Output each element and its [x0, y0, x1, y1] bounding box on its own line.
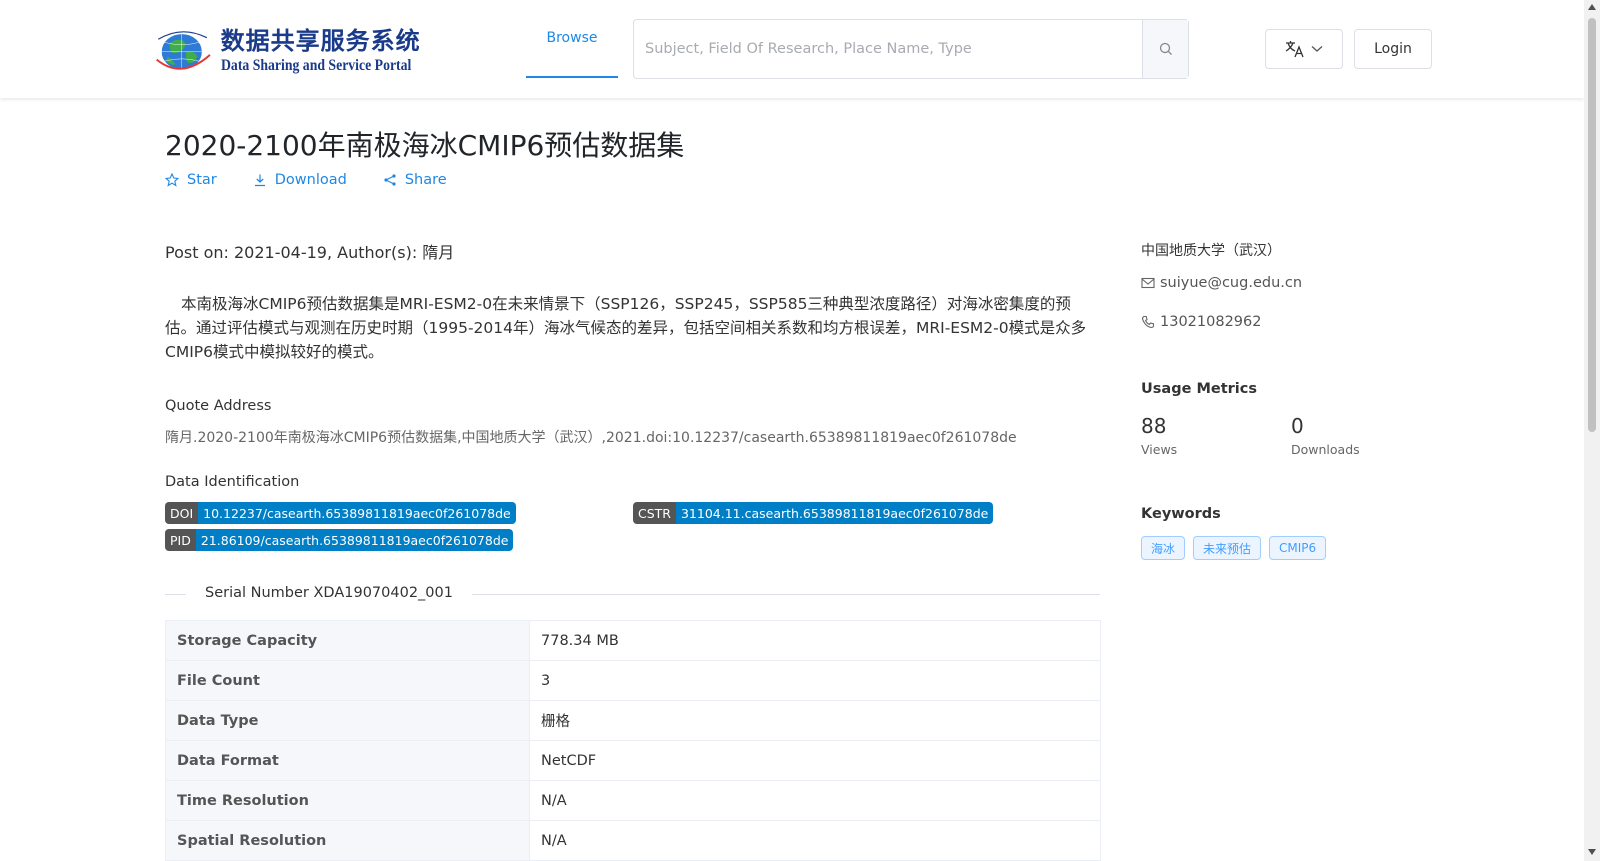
star-button[interactable]: Star	[165, 172, 217, 188]
logo-english-text: Data Sharing and Service Portal	[220, 57, 412, 74]
doi-badge-value: 10.12237/casearth.65389811819aec0f261078…	[198, 502, 516, 524]
usage-metrics-title: Usage Metrics	[1141, 381, 1257, 397]
table-row-label: Spatial Resolution	[165, 820, 530, 861]
downloads-count: 0	[1291, 414, 1304, 438]
cstr-badge-key: CSTR	[633, 502, 676, 524]
dataset-info-table: Storage Capacity 778.34 MB File Count 3 …	[165, 620, 1101, 861]
table-row-label: Storage Capacity	[165, 620, 530, 661]
star-label: Star	[187, 172, 217, 188]
quote-address-text: 隋月.2020-2100年南极海冰CMIP6预估数据集,中国地质大学（武汉）,2…	[165, 430, 1017, 446]
phone-icon	[1141, 315, 1155, 329]
download-icon	[254, 174, 265, 187]
table-row: Time Resolution N/A	[165, 780, 1101, 821]
page-scrollbar[interactable]	[1584, 0, 1600, 861]
table-row: Storage Capacity 778.34 MB	[165, 620, 1101, 661]
mail-icon	[1141, 277, 1155, 289]
portal-logo[interactable]: 数据共享服务系统 Data Sharing and Service Portal	[152, 22, 442, 80]
table-row: Data Type 栅格	[165, 700, 1101, 741]
dataset-title: 2020-2100年南极海冰CMIP6预估数据集	[165, 129, 685, 162]
translate-icon	[1285, 41, 1304, 58]
globe-logo-icon	[156, 31, 211, 71]
table-row-label: Time Resolution	[165, 780, 530, 821]
contact-email[interactable]: suiyue@cug.edu.cn	[1141, 275, 1302, 291]
contact-email-text: suiyue@cug.edu.cn	[1160, 275, 1303, 291]
quote-address-label: Quote Address	[165, 398, 272, 414]
table-row-label: Data Format	[165, 740, 530, 781]
download-button[interactable]: Download	[253, 172, 347, 188]
table-row-label: File Count	[165, 660, 530, 701]
data-identification-label: Data Identification	[165, 474, 300, 490]
table-row-value: 778.34 MB	[529, 620, 1101, 661]
pid-badge[interactable]: PID 21.86109/casearth.65389811819aec0f26…	[165, 529, 514, 551]
search-bar	[633, 19, 1189, 79]
doi-badge-key: DOI	[165, 502, 199, 524]
keyword-tag[interactable]: 海冰	[1141, 536, 1186, 560]
table-row-value: N/A	[529, 820, 1101, 861]
table-row-value: 栅格	[529, 700, 1101, 741]
contact-phone: 13021082962	[1141, 314, 1261, 330]
post-meta: Post on: 2021-04-19, Author(s): 隋月	[165, 243, 455, 262]
dataset-abstract: 本南极海冰CMIP6预估数据集是MRI-ESM2-0在未来情景下（SSP126，…	[165, 295, 1087, 361]
top-header: 数据共享服务系统 Data Sharing and Service Portal…	[0, 0, 1584, 98]
cstr-badge-value: 31104.11.casearth.65389811819aec0f261078…	[675, 502, 994, 524]
share-button[interactable]: Share	[383, 172, 447, 188]
keyword-list: 海冰 未来预估 CMIP6	[1141, 536, 1327, 560]
search-input[interactable]	[634, 20, 1142, 78]
table-row-value: 3	[529, 660, 1101, 701]
keywords-title: Keywords	[1141, 506, 1221, 522]
table-row: Data Format NetCDF	[165, 740, 1101, 781]
downloads-label: Downloads	[1291, 442, 1360, 457]
share-icon	[384, 174, 396, 186]
download-label: Download	[274, 172, 347, 188]
scroll-down-icon[interactable]	[1588, 849, 1596, 855]
nav-browse-tab[interactable]: Browse	[526, 0, 618, 78]
views-count: 88	[1141, 414, 1167, 438]
language-switch-button[interactable]	[1265, 29, 1343, 69]
search-icon	[1159, 42, 1172, 55]
table-row-value: NetCDF	[529, 740, 1101, 781]
scroll-up-icon[interactable]	[1588, 4, 1596, 10]
contact-phone-text: 13021082962	[1160, 314, 1262, 330]
table-row: Spatial Resolution N/A	[165, 820, 1101, 861]
keyword-tag[interactable]: 未来预估	[1193, 536, 1262, 560]
cstr-badge[interactable]: CSTR 31104.11.casearth.65389811819aec0f2…	[633, 502, 994, 524]
table-row: File Count 3	[165, 660, 1101, 701]
downloads-metric: 0 Downloads	[1291, 414, 1360, 457]
views-label: Views	[1141, 442, 1178, 457]
login-button[interactable]: Login	[1354, 29, 1432, 69]
share-label: Share	[404, 172, 447, 188]
chevron-down-icon	[1311, 46, 1323, 52]
keyword-tag[interactable]: CMIP6	[1269, 536, 1327, 560]
views-metric: 88 Views	[1141, 414, 1177, 457]
doi-badge[interactable]: DOI 10.12237/casearth.65389811819aec0f26…	[165, 502, 516, 524]
scrollbar-thumb[interactable]	[1588, 18, 1596, 432]
pid-badge-value: 21.86109/casearth.65389811819aec0f261078…	[195, 529, 514, 551]
dataset-actions: Star Download Share	[165, 172, 447, 188]
logo-chinese-text: 数据共享服务系统	[220, 27, 421, 55]
table-row-label: Data Type	[165, 700, 530, 741]
organization-name: 中国地质大学（武汉）	[1141, 243, 1281, 259]
search-button[interactable]	[1142, 20, 1188, 78]
pid-badge-key: PID	[165, 529, 196, 551]
serial-number: Serial Number XDA19070402_001	[186, 585, 472, 601]
star-icon	[165, 173, 179, 187]
table-row-value: N/A	[529, 780, 1101, 821]
